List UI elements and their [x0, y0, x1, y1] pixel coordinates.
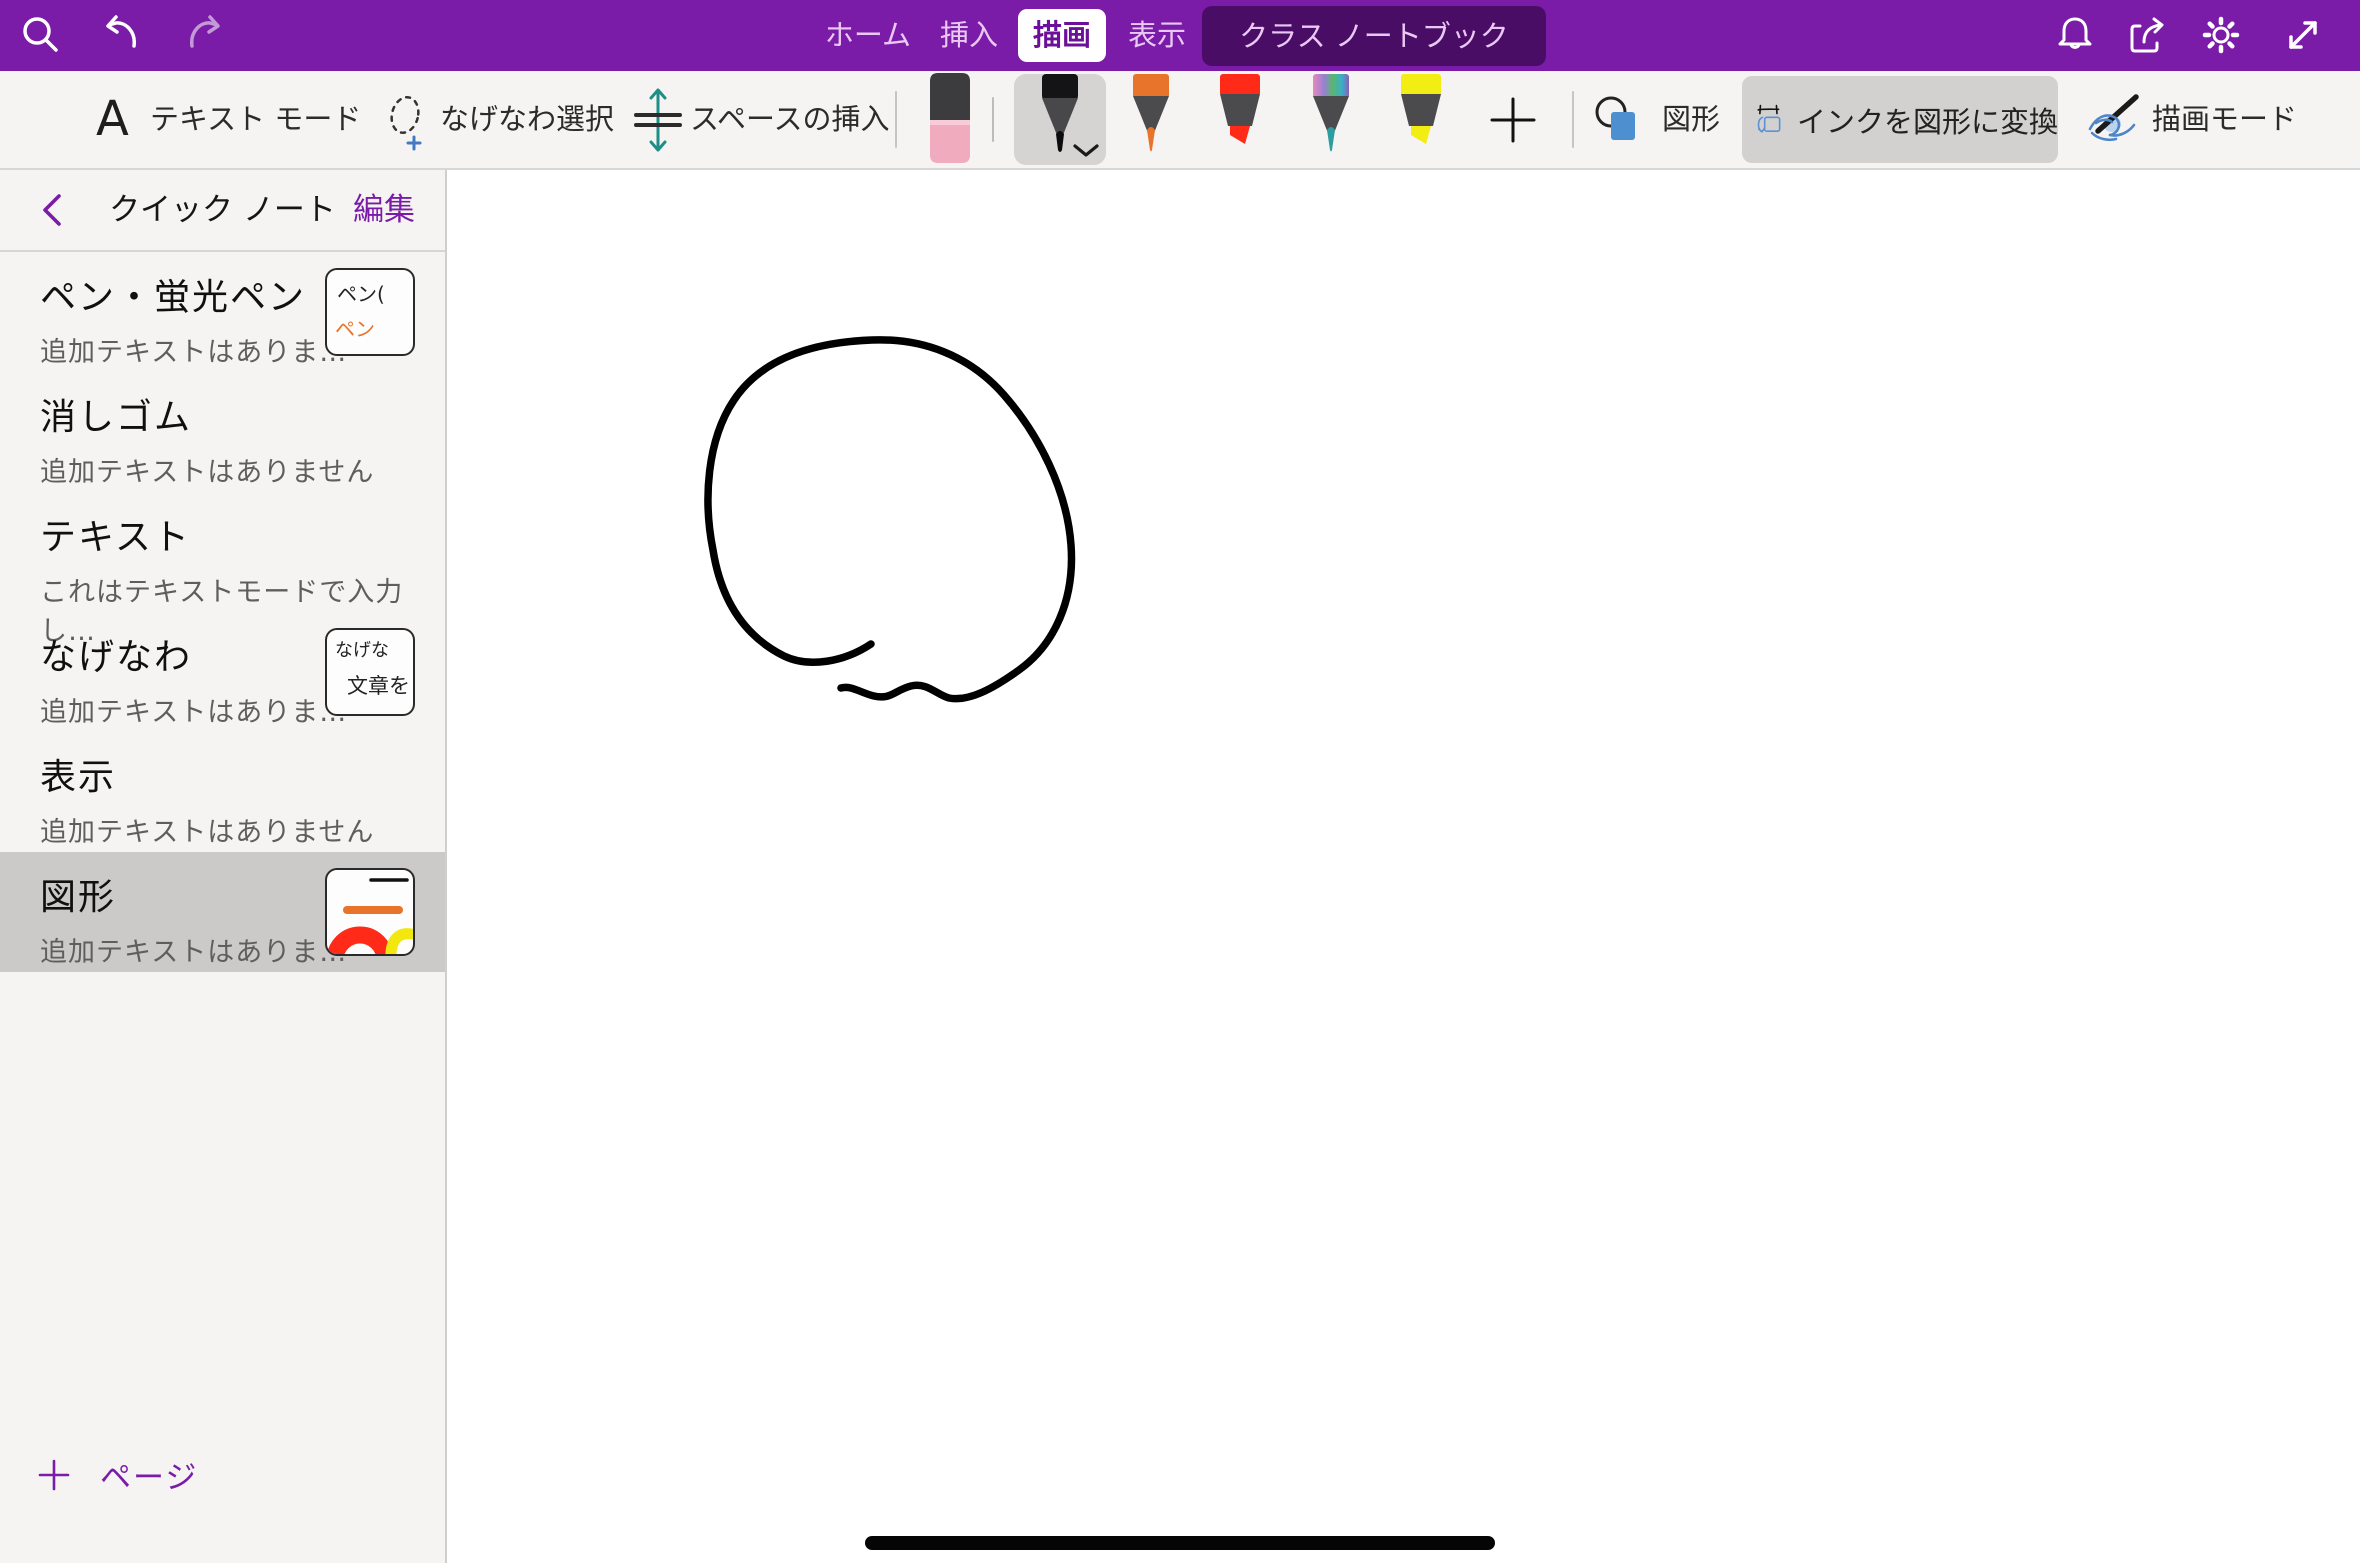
page-subtitle: 追加テキストはありません: [40, 810, 445, 849]
tab-home[interactable]: ホーム: [820, 0, 916, 71]
page-item-view[interactable]: 表示 追加テキストはありません: [0, 732, 445, 852]
add-pen-plus-icon[interactable]: [1468, 71, 1558, 168]
convert-ink-icon: [1754, 89, 1785, 151]
ink-stroke-circle: [449, 170, 2360, 1563]
draw-toolbar: A テキスト モード なげなわ選択 スペースの挿入: [0, 71, 2360, 170]
page-title: テキスト: [40, 508, 445, 560]
insert-space-icon[interactable]: [632, 85, 684, 159]
page-item-eraser[interactable]: 消しゴム 追加テキストはありません: [0, 372, 445, 492]
draw-mode-hand-pen-icon[interactable]: [2082, 89, 2142, 153]
lasso-select-icon[interactable]: [383, 91, 435, 155]
plus-icon: [38, 1459, 70, 1491]
page-thumbnail-drawing: [325, 868, 415, 956]
page-thumbnail: なげな 文章を: [325, 628, 415, 716]
text-mode-button[interactable]: テキスト モード: [150, 71, 361, 168]
pen-divider: [992, 97, 994, 142]
redo-icon[interactable]: [182, 12, 228, 58]
fullscreen-expand-icon[interactable]: [2280, 12, 2326, 58]
tab-draw-selected[interactable]: 描画: [1018, 9, 1106, 62]
add-page-label: ページ: [100, 1452, 198, 1497]
tab-class-notebook[interactable]: クラス ノートブック: [1202, 6, 1546, 66]
black-pen-tool-selected[interactable]: [1014, 74, 1106, 165]
drawing-canvas[interactable]: [449, 170, 2360, 1563]
undo-icon[interactable]: [98, 12, 144, 58]
top-app-bar: ホーム 挿入 描画 表示 クラス ノートブック: [0, 0, 2360, 71]
page-title: 消しゴム: [40, 388, 445, 440]
convert-ink-to-shape-button[interactable]: インクを図形に変換: [1742, 76, 2058, 163]
text-mode-a-icon[interactable]: A: [96, 71, 129, 168]
sidebar-header: クイック ノート 編集: [0, 170, 445, 252]
page-item-lasso[interactable]: なげなわ 追加テキストはありま… なげな 文章を: [0, 612, 445, 732]
page-subtitle: 追加テキストはありません: [40, 450, 445, 489]
page-item-shapes-selected[interactable]: 図形 追加テキストはありま…: [0, 852, 445, 972]
shapes-button[interactable]: 図形: [1662, 71, 1720, 168]
pen-options-chevron-down-icon: [1073, 144, 1099, 158]
orange-pen-tool[interactable]: [1123, 74, 1179, 166]
page-list-sidebar: クイック ノート 編集 ペン・蛍光ペン 追加テキストはありま… ペン( ペン 消…: [0, 170, 447, 1563]
share-icon[interactable]: [2124, 12, 2170, 58]
home-indicator-bar[interactable]: [865, 1536, 1495, 1550]
toolbar-divider: [1572, 91, 1574, 148]
rainbow-pen-tool[interactable]: [1303, 74, 1359, 166]
edit-button[interactable]: 編集: [353, 170, 415, 250]
yellow-highlighter-tool[interactable]: [1393, 74, 1449, 166]
page-item-pen-highlighter[interactable]: ペン・蛍光ペン 追加テキストはありま… ペン( ペン: [0, 252, 445, 372]
settings-gear-icon[interactable]: [2198, 12, 2244, 58]
lasso-select-button[interactable]: なげなわ選択: [440, 71, 614, 168]
search-icon[interactable]: [18, 12, 64, 58]
toolbar-divider: [895, 91, 897, 148]
eraser-tool[interactable]: [925, 73, 975, 169]
shapes-icon[interactable]: [1592, 93, 1648, 151]
notifications-bell-icon[interactable]: [2052, 12, 2098, 58]
page-title: 表示: [40, 748, 445, 800]
red-highlighter-tool[interactable]: [1212, 74, 1268, 166]
page-thumbnail: ペン( ペン: [325, 268, 415, 356]
add-page-button[interactable]: ページ: [38, 1452, 198, 1497]
tab-view[interactable]: 表示: [1124, 0, 1190, 71]
convert-ink-label: インクを図形に変換: [1797, 99, 2058, 141]
draw-mode-button[interactable]: 描画モード: [2152, 71, 2297, 168]
insert-space-button[interactable]: スペースの挿入: [690, 71, 890, 168]
tab-insert[interactable]: 挿入: [936, 0, 1002, 71]
page-item-text[interactable]: テキスト これはテキストモードで入力し…: [0, 492, 445, 612]
